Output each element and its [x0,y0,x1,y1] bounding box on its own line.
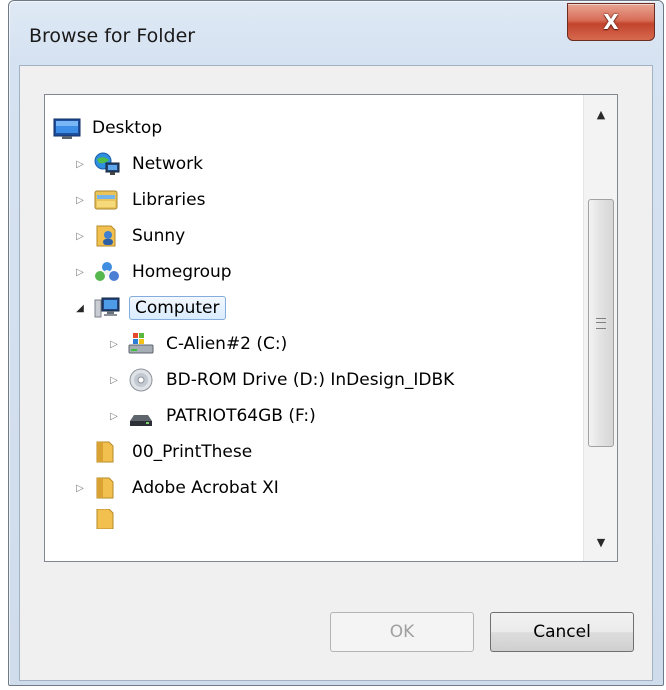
tree-item-label: Computer [129,296,226,320]
expand-arrow-icon[interactable]: ▷ [73,481,87,495]
tree-item-label: Homegroup [132,262,232,282]
tree-item-network[interactable]: ▷ Network [73,147,206,181]
expand-arrow-icon[interactable]: ▷ [73,193,87,207]
homegroup-icon [93,259,121,285]
folder-icon [93,439,121,465]
tree-item-label: 00_PrintThese [132,442,253,462]
libraries-icon [93,187,121,213]
tree-item-desktop[interactable]: Desktop [53,111,165,145]
tree-item-00-printthese[interactable]: 00_PrintThese [93,435,255,469]
system-drive-icon [127,331,155,357]
computer-icon [93,295,121,321]
tree-item-label: Desktop [92,118,163,138]
folder-tree[interactable]: Desktop ▷ Network ▷ Libraries ▷ Sunny ▷ … [44,94,618,562]
vertical-scrollbar[interactable]: ▲ ▼ [583,95,617,561]
tree-item-computer[interactable]: ◢ Computer [73,291,226,325]
tree-item-partial [93,509,129,529]
close-button[interactable]: X [567,3,655,41]
ok-button[interactable]: OK [330,612,474,652]
grip-icon [596,317,606,329]
tree-item-label: BD-ROM Drive (D:) InDesign_IDBK [166,370,455,390]
optical-drive-icon [127,367,155,393]
folder-icon [93,475,121,501]
folder-tree-items: Desktop ▷ Network ▷ Libraries ▷ Sunny ▷ … [45,95,581,561]
collapse-arrow-icon[interactable]: ◢ [73,301,87,315]
network-icon [93,151,121,177]
tree-item-label: Adobe Acrobat XI [132,478,279,498]
tree-item-homegroup[interactable]: ▷ Homegroup [73,255,235,289]
tree-item-d-drive[interactable]: ▷ BD-ROM Drive (D:) InDesign_IDBK [107,363,457,397]
tree-item-label: PATRIOT64GB (F:) [166,406,316,426]
usb-drive-icon [127,403,155,429]
expand-arrow-icon[interactable]: ▷ [107,337,121,351]
expand-arrow-icon[interactable]: ▷ [73,265,87,279]
tree-item-c-drive[interactable]: ▷ C-Alien#2 (C:) [107,327,290,361]
tree-item-f-drive[interactable]: ▷ PATRIOT64GB (F:) [107,399,319,433]
expand-arrow-icon[interactable]: ▷ [107,373,121,387]
scroll-up-arrow-icon[interactable]: ▲ [584,97,617,131]
expand-arrow-icon[interactable]: ▷ [73,229,87,243]
tree-item-label: Network [132,154,203,174]
scroll-down-arrow-icon[interactable]: ▼ [584,525,617,559]
dialog-title: Browse for Folder [29,25,196,47]
close-icon: X [603,10,619,34]
tree-item-sunny[interactable]: ▷ Sunny [73,219,188,253]
tree-item-label: Libraries [132,190,206,210]
tree-item-adobe-acrobat-xi[interactable]: ▷ Adobe Acrobat XI [73,471,282,505]
tree-item-libraries[interactable]: ▷ Libraries [73,183,208,217]
scrollbar-thumb[interactable] [588,199,614,447]
expand-arrow-icon[interactable]: ▷ [73,157,87,171]
title-bar[interactable]: Browse for Folder X [9,1,663,65]
user-folder-icon [93,223,121,249]
tree-item-label: Sunny [132,226,186,246]
desktop-icon [53,115,81,141]
cancel-button[interactable]: Cancel [490,612,634,652]
folder-icon [93,509,121,529]
tree-item-label: C-Alien#2 (C:) [166,334,288,354]
expand-arrow-icon[interactable]: ▷ [107,409,121,423]
